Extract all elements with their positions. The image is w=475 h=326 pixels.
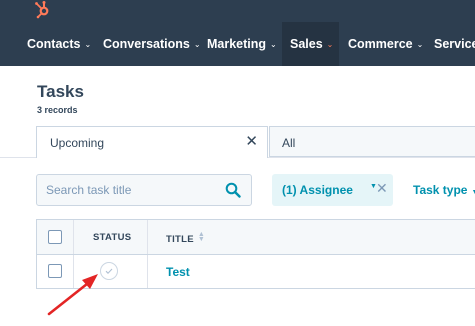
column-header-title-label: TITLE (166, 234, 194, 245)
search-box (36, 174, 252, 206)
nav-item-marketing[interactable]: Marketing ⌄ (199, 22, 279, 66)
chevron-down-icon: ⌄ (270, 39, 277, 49)
main-nav: Contacts ⌄ Conversations ⌄ Marketing ⌄ Sale… (0, 22, 475, 66)
remove-filter-icon[interactable]: ✕ (376, 180, 388, 197)
table-header: STATUS TITLE ▲ ▼ (36, 219, 475, 255)
column-divider (147, 220, 148, 254)
task-type-filter[interactable]: Task type ▼ (413, 183, 475, 197)
nav-item-contacts[interactable]: Contacts ⌄ (19, 22, 91, 66)
caret-down-icon: ▼ (471, 189, 475, 196)
assignee-filter-label: (1) Assignee (282, 183, 353, 197)
nav-item-sales[interactable]: Sales ⌄ (282, 22, 339, 66)
chevron-down-icon: ⌄ (416, 39, 424, 49)
select-all-checkbox[interactable] (48, 230, 62, 244)
nav-item-service[interactable]: Service⌄ (426, 22, 475, 66)
assignee-filter[interactable]: (1) Assignee ▼ ✕ (272, 174, 393, 206)
annotation-arrow-icon (47, 274, 98, 316)
column-divider (73, 220, 74, 254)
top-bar (0, 0, 475, 22)
tab-label: All (282, 136, 296, 150)
column-header-title[interactable]: TITLE ▲ ▼ (166, 231, 205, 245)
record-count: 3 records (37, 105, 78, 115)
chevron-down-icon: ⌄ (326, 39, 334, 49)
close-tab-icon[interactable]: ✕ (245, 133, 258, 151)
column-header-status[interactable]: STATUS (93, 232, 131, 243)
nav-item-conversations[interactable]: Conversations ⌄ (95, 22, 201, 66)
search-input[interactable] (46, 182, 216, 198)
page-title: Tasks (37, 82, 84, 101)
tab-label: Upcoming (50, 136, 105, 150)
tab-all[interactable]: All (269, 126, 475, 157)
column-divider (147, 255, 148, 288)
task-type-label: Task type (413, 183, 468, 197)
search-icon[interactable] (225, 182, 241, 198)
nav-item-commerce[interactable]: Commerce ⌄ (340, 22, 424, 66)
tab-upcoming[interactable]: Upcoming ✕ (36, 126, 268, 158)
chevron-down-icon: ⌄ (84, 39, 92, 49)
sort-icon[interactable]: ▲ ▼ (198, 231, 205, 243)
task-title-link[interactable]: Test (166, 265, 190, 279)
hubspot-logo-icon[interactable] (33, 0, 53, 20)
